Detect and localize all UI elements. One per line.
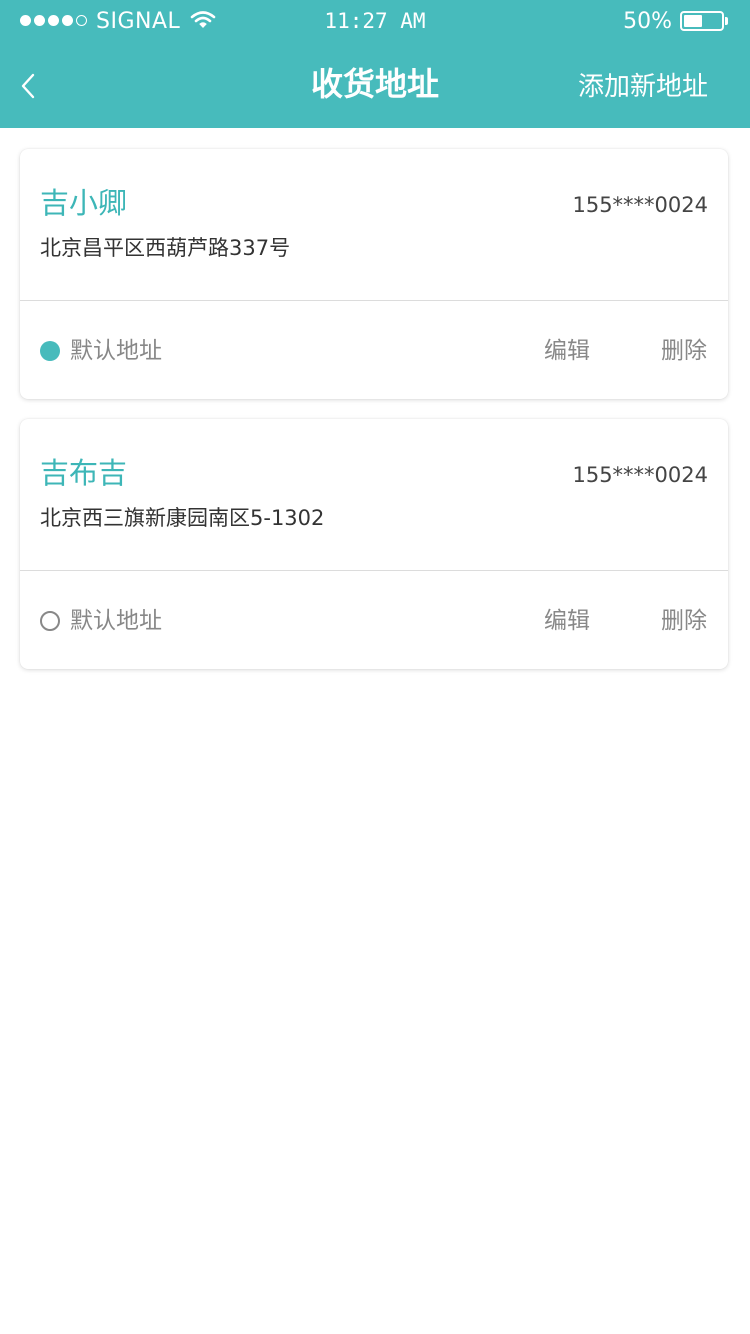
battery-icon [680, 11, 724, 31]
address-actions: 默认地址 编辑 删除 [20, 571, 728, 669]
battery-fill [684, 15, 702, 27]
default-address-label[interactable]: 默认地址 [70, 605, 162, 637]
recipient-name: 吉小卿 [40, 186, 128, 220]
address-actions: 默认地址 编辑 删除 [20, 301, 728, 399]
default-radio-checked[interactable] [40, 341, 60, 361]
header: SIGNAL 11:27 AM 50% 收货地址 添加新地址 [0, 0, 750, 128]
recipient-address: 北京西三旗新康园南区5-1302 [40, 506, 325, 530]
recipient-name: 吉布吉 [40, 456, 128, 490]
address-card: 吉布吉 155****0024 北京西三旗新康园南区5-1302 默认地址 编辑… [20, 419, 728, 669]
battery-percent: 50% [623, 9, 672, 34]
address-info[interactable]: 吉布吉 155****0024 北京西三旗新康园南区5-1302 [20, 419, 728, 570]
default-address-label[interactable]: 默认地址 [70, 335, 162, 367]
delete-button[interactable]: 删除 [661, 605, 707, 637]
status-bar: SIGNAL 11:27 AM 50% [0, 0, 750, 42]
address-card: 吉小卿 155****0024 北京昌平区西葫芦路337号 默认地址 编辑 删除 [20, 149, 728, 399]
nav-bar: 收货地址 添加新地址 [0, 42, 750, 128]
default-radio-unchecked[interactable] [40, 611, 60, 631]
recipient-address: 北京昌平区西葫芦路337号 [40, 236, 291, 260]
edit-button[interactable]: 编辑 [544, 335, 590, 367]
add-address-button[interactable]: 添加新地址 [578, 69, 708, 105]
delete-button[interactable]: 删除 [661, 335, 707, 367]
edit-button[interactable]: 编辑 [544, 605, 590, 637]
address-info[interactable]: 吉小卿 155****0024 北京昌平区西葫芦路337号 [20, 149, 728, 300]
recipient-phone: 155****0024 [572, 193, 708, 217]
battery-tip [725, 17, 728, 25]
recipient-phone: 155****0024 [572, 463, 708, 487]
